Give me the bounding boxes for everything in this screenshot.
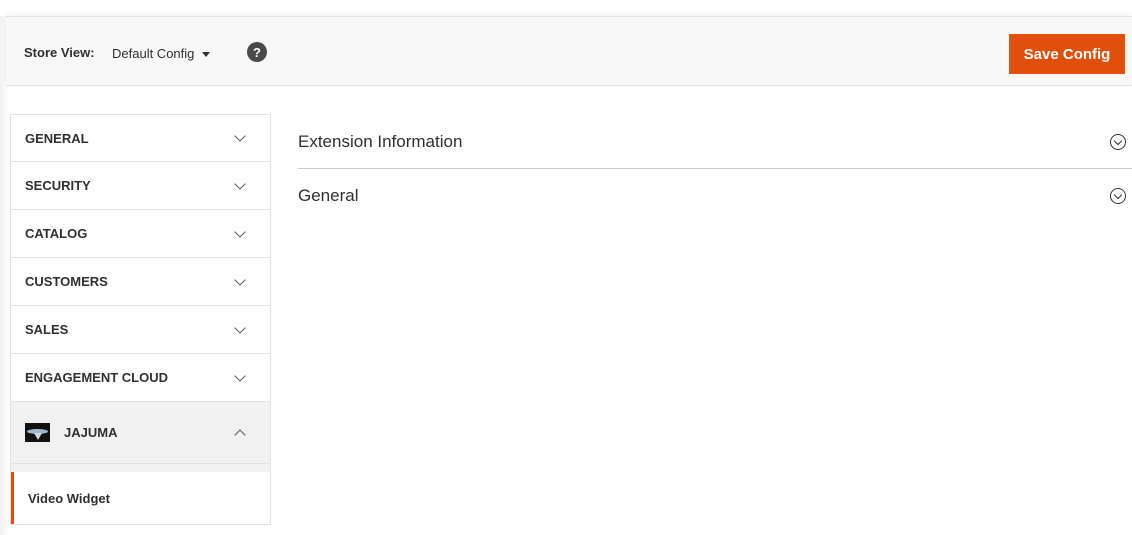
sidebar-tab-label: GENERAL <box>25 130 89 146</box>
section-title: Extension Information <box>298 131 463 151</box>
sidebar-tab-label: SECURITY <box>25 178 91 193</box>
config-main: Extension Information General <box>298 115 1132 223</box>
sidebar-tab-label: ENGAGEMENT CLOUD <box>25 370 168 385</box>
caret-down-icon <box>202 51 211 57</box>
chevron-down-icon <box>234 321 246 334</box>
chevron-down-icon <box>234 369 246 382</box>
store-view-switcher[interactable]: Default Config <box>112 43 211 63</box>
sidebar-tab-general[interactable]: GENERAL <box>10 114 271 162</box>
section-general[interactable]: General <box>298 169 1132 223</box>
sidebar-tab-jajuma[interactable]: JAJUMA <box>10 402 271 464</box>
sidebar-item-label: Video Widget <box>28 490 110 506</box>
circle-chevron-icon[interactable] <box>1110 133 1126 150</box>
sidebar-tab-label: CATALOG <box>25 226 88 241</box>
sidebar-tab-sales[interactable]: SALES <box>10 306 271 354</box>
chevron-down-icon <box>234 130 246 142</box>
page-actions-bar: Store View: Default Config ? Save Config <box>6 16 1132 86</box>
chevron-down-icon <box>234 225 246 238</box>
chevron-down-icon <box>234 273 246 286</box>
sidebar-tab-label: CUSTOMERS <box>25 274 108 289</box>
top-strip <box>0 0 1132 16</box>
section-title: General <box>298 186 359 205</box>
save-config-button[interactable]: Save Config <box>1009 34 1125 74</box>
config-sidebar: GENERAL SECURITY CATALOG CUSTOMERS SALES… <box>10 114 271 525</box>
section-extension-information[interactable]: Extension Information <box>298 115 1132 169</box>
chevron-up-icon <box>234 428 246 441</box>
circle-chevron-icon[interactable] <box>1110 188 1126 204</box>
sidebar-item-video-widget[interactable]: Video Widget <box>11 472 270 524</box>
help-glyph: ? <box>253 44 261 60</box>
sidebar-tab-customers[interactable]: CUSTOMERS <box>10 258 271 306</box>
sidebar-tab-security[interactable]: SECURITY <box>10 162 271 210</box>
sidebar-tab-label: SALES <box>25 322 69 337</box>
jajuma-subitems: Video Widget <box>10 464 271 525</box>
help-icon[interactable]: ? <box>247 42 267 62</box>
left-edge <box>0 16 10 535</box>
jajuma-logo <box>25 423 50 442</box>
sidebar-tab-engagement-cloud[interactable]: ENGAGEMENT CLOUD <box>10 354 271 402</box>
store-view-value: Default Config <box>112 45 195 61</box>
chevron-down-icon <box>234 177 246 190</box>
sidebar-tab-label: JAJUMA <box>64 425 118 440</box>
sidebar-tab-catalog[interactable]: CATALOG <box>10 210 271 258</box>
store-view-label: Store View: <box>24 45 95 60</box>
